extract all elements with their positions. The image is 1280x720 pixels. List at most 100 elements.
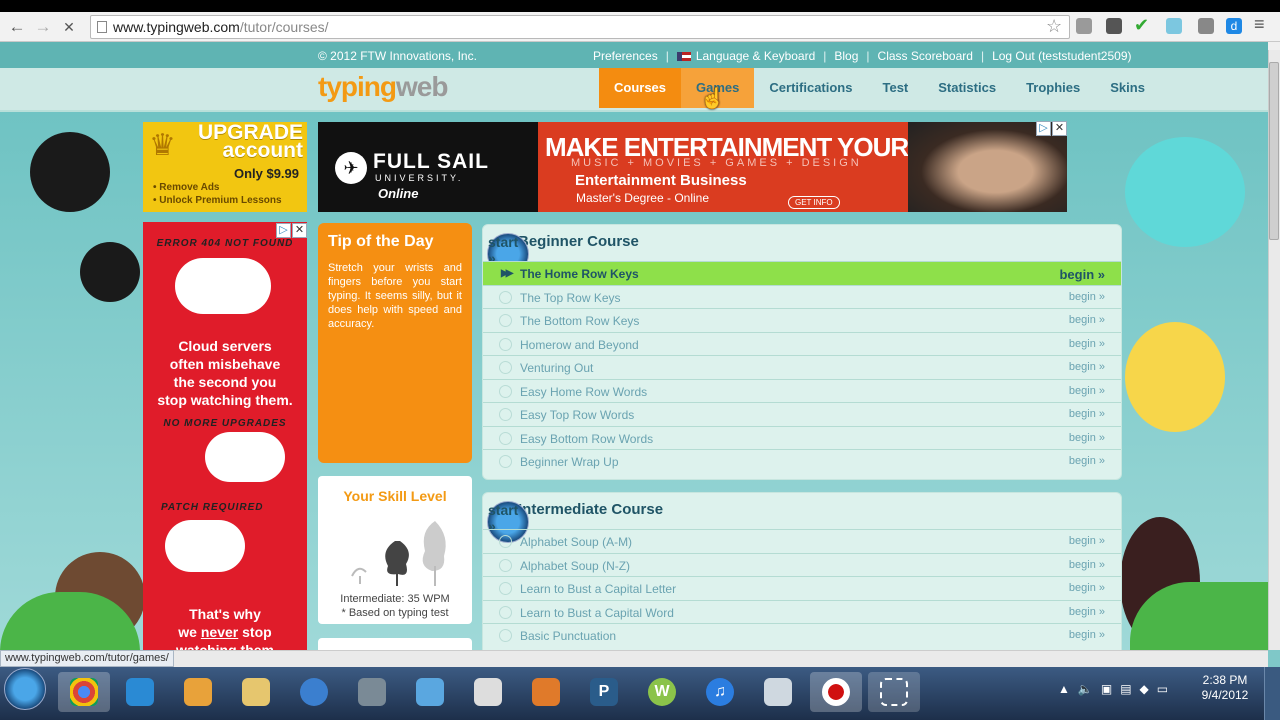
logout-link[interactable]: Log Out (teststudent2509) <box>992 49 1131 63</box>
brand-name: FULL SAIL <box>373 150 489 173</box>
app-icon <box>358 678 386 706</box>
taskbar-snipping[interactable] <box>868 672 920 712</box>
get-info-button[interactable]: GET INFO <box>788 196 840 209</box>
nav-courses[interactable]: Courses <box>599 68 682 108</box>
horizontal-scrollbar[interactable] <box>0 650 1268 667</box>
begin-link[interactable]: begin » <box>1069 629 1105 641</box>
show-desktop-button[interactable] <box>1264 667 1280 720</box>
taskbar-app-3[interactable] <box>172 672 224 712</box>
adchoices-icon-2[interactable]: ▷ <box>276 223 291 238</box>
ad-line3: the second you <box>173 374 277 390</box>
bookmark-star-icon[interactable]: ☆ <box>1046 16 1062 37</box>
lesson-row[interactable]: Learn to Bust a Capital Letter begin » <box>483 576 1121 600</box>
stop-button[interactable]: ✕ <box>58 16 80 38</box>
start-button[interactable] <box>4 668 46 710</box>
taskbar-itunes[interactable]: ♫ <box>694 672 746 712</box>
taskbar-clock[interactable]: 2:38 PM 9/4/2012 <box>1196 673 1254 703</box>
begin-link[interactable]: begin » <box>1069 582 1105 594</box>
begin-link[interactable]: begin » <box>1069 361 1105 373</box>
nav-statistics[interactable]: Statistics <box>923 68 1011 108</box>
lesson-row[interactable]: Easy Home Row Words begin » <box>483 378 1121 403</box>
vertical-scroll-thumb[interactable] <box>1269 62 1279 240</box>
lesson-row[interactable]: Alphabet Soup (A-M) begin » <box>483 529 1121 553</box>
nav-trophies[interactable]: Trophies <box>1011 68 1095 108</box>
taskbar-explorer[interactable] <box>230 672 282 712</box>
tray-arrow-icon[interactable]: ▲ <box>1058 682 1070 696</box>
extension-icon-1[interactable] <box>1076 18 1092 34</box>
us-flag-icon <box>676 52 691 62</box>
address-bar[interactable]: www.typingweb.com/tutor/courses/ <box>90 15 1070 39</box>
beginner-course-header[interactable]: Beginner Course start » <box>483 225 1121 275</box>
blog-link[interactable]: Blog <box>834 49 858 63</box>
volume-icon[interactable]: 🔈 <box>1078 682 1093 696</box>
tray-icon-network[interactable]: ▤ <box>1120 682 1131 696</box>
banner-program: Entertainment Business <box>575 172 747 189</box>
taskbar-media-player[interactable] <box>288 672 340 712</box>
taskbar-app-11[interactable]: W <box>636 672 688 712</box>
taskbar-chrome[interactable] <box>58 672 110 712</box>
lesson-row[interactable]: Venturing Out begin » <box>483 355 1121 379</box>
nav-test[interactable]: Test <box>867 68 923 108</box>
wrench-menu-icon[interactable]: ≡ <box>1254 14 1265 35</box>
d-extension-icon[interactable]: d <box>1226 18 1242 34</box>
begin-link[interactable]: begin » <box>1069 385 1105 397</box>
close-ad-icon[interactable]: ✕ <box>1052 121 1067 136</box>
lesson-row[interactable]: The Bottom Row Keys begin » <box>483 308 1121 332</box>
back-button[interactable]: ← <box>6 16 28 38</box>
taskbar-publisher[interactable]: P <box>578 672 630 712</box>
tray-icon-security[interactable]: ◆ <box>1140 682 1149 696</box>
begin-link[interactable]: begin » <box>1069 408 1105 420</box>
taskbar-app-7[interactable] <box>404 672 456 712</box>
lesson-status-icon <box>499 314 512 327</box>
lesson-row[interactable]: Easy Bottom Row Words begin » <box>483 425 1121 450</box>
close-ad-icon-2[interactable]: ✕ <box>292 223 307 238</box>
lesson-row[interactable]: Homerow and Beyond begin » <box>483 331 1121 356</box>
taskbar-app-9[interactable] <box>520 672 572 712</box>
lesson-row[interactable]: Beginner Wrap Up begin » <box>483 449 1121 473</box>
lesson-row[interactable]: Learn to Bust a Capital Word begin » <box>483 599 1121 624</box>
lesson-row-current[interactable]: ▶▶ The Home Row Keys begin » <box>483 261 1121 285</box>
chat-extension-icon[interactable] <box>1166 18 1182 34</box>
forward-button[interactable]: → <box>32 16 54 38</box>
lesson-row[interactable]: Basic Punctuation begin » <box>483 623 1121 647</box>
patch-required-text: PATCH REQUIRED <box>161 502 264 513</box>
full-sail-banner-ad[interactable]: ✈ FULL SAIL UNIVERSITY. Online MAKE ENTE… <box>318 122 1067 212</box>
begin-link[interactable]: begin » <box>1069 291 1105 303</box>
nav-skins[interactable]: Skins <box>1095 68 1160 108</box>
copyright-text: © 2012 FTW Innovations, Inc. <box>318 49 477 63</box>
taskbar-recorder[interactable] <box>810 672 862 712</box>
language-keyboard-link[interactable]: Language & Keyboard <box>676 49 815 63</box>
nav-certifications[interactable]: Certifications <box>754 68 867 108</box>
adchoices-icon[interactable]: ▷ <box>1036 121 1051 136</box>
begin-link[interactable]: begin » <box>1069 455 1105 467</box>
check-extension-icon[interactable]: ✔ <box>1134 16 1150 34</box>
tray-icon-monitor[interactable]: ▭ <box>1157 682 1168 696</box>
begin-link[interactable]: begin » <box>1069 535 1105 547</box>
lesson-row[interactable]: Easy Top Row Words begin » <box>483 402 1121 426</box>
begin-link[interactable]: begin » <box>1059 267 1105 282</box>
begin-link[interactable]: begin » <box>1069 338 1105 350</box>
extension-icon-5[interactable] <box>1198 18 1214 34</box>
upgrade-perks: • Remove Ads • Unlock Premium Lessons <box>153 182 282 206</box>
cloud-servers-ad[interactable]: ERROR 404 NOT FOUND Cloud servers often … <box>143 222 307 650</box>
typingweb-logo[interactable]: typingweb <box>318 71 448 103</box>
upgrade-account-promo[interactable]: ♛ UPGRADE account Only $9.99 • Remove Ads… <box>143 122 307 212</box>
begin-link[interactable]: begin » <box>1069 314 1105 326</box>
app-icon <box>184 678 212 706</box>
camera-extension-icon[interactable] <box>1106 18 1122 34</box>
begin-link[interactable]: begin » <box>1069 559 1105 571</box>
intermediate-course-header[interactable]: Intermediate Course start » <box>483 493 1121 543</box>
tray-icon-device[interactable]: ▣ <box>1101 682 1112 696</box>
taskbar-ie[interactable] <box>114 672 166 712</box>
lesson-row[interactable]: The Top Row Keys begin » <box>483 284 1121 309</box>
begin-link[interactable]: begin » <box>1069 606 1105 618</box>
lesson-name: The Bottom Row Keys <box>520 314 640 328</box>
taskbar-app-8[interactable] <box>462 672 514 712</box>
taskbar-app-6[interactable] <box>346 672 398 712</box>
meta-links: Preferences | Language & Keyboard | Blog… <box>593 49 1132 63</box>
lesson-row[interactable]: Alphabet Soup (N-Z) begin » <box>483 552 1121 577</box>
class-scoreboard-link[interactable]: Class Scoreboard <box>878 49 973 63</box>
preferences-link[interactable]: Preferences <box>593 49 658 63</box>
taskbar-calculator[interactable] <box>752 672 804 712</box>
begin-link[interactable]: begin » <box>1069 432 1105 444</box>
